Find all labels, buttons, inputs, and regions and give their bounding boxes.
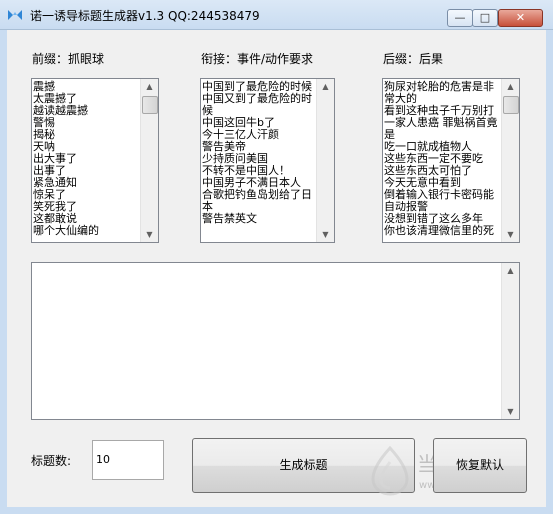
- minimize-button[interactable]: —: [447, 9, 473, 27]
- scroll-down-arrow-icon[interactable]: ▼: [503, 404, 518, 419]
- maximize-button[interactable]: □: [472, 9, 498, 27]
- window-frame-bottom: [0, 507, 553, 514]
- scroll-up-arrow-icon[interactable]: ▲: [503, 263, 518, 278]
- output-scrollbar[interactable]: ▲ ▼: [501, 263, 519, 419]
- prefix-scrollbar[interactable]: ▲ ▼: [140, 79, 158, 242]
- client-area: 前缀：抓眼球 震撼 太震撼了 越读越震撼 警惕 揭秘 天呐 出大事了 出事了 紧…: [7, 30, 546, 507]
- list-item[interactable]: 合歌把钓鱼岛划给了日本: [202, 189, 316, 213]
- title-count-label: 标题数:: [31, 454, 72, 468]
- generate-titles-button[interactable]: 生成标题: [192, 438, 415, 493]
- scroll-up-arrow-icon[interactable]: ▲: [503, 79, 518, 94]
- scroll-down-arrow-icon[interactable]: ▼: [503, 227, 518, 242]
- suffix-list-items: 狗尿对轮胎的危害是非常大的 看到这种虫子千万别打一家人患癌 罪魁祸首竟是 吃一口…: [384, 81, 501, 237]
- list-item[interactable]: 中国又到了最危险的时候: [202, 93, 316, 117]
- scroll-up-arrow-icon[interactable]: ▲: [318, 79, 333, 94]
- close-button[interactable]: ✕: [498, 9, 543, 27]
- window-title: 诺一诱导标题生成器v1.3 QQ:244538479: [30, 9, 260, 23]
- list-item[interactable]: 倒着输入银行卡密码能自动报警: [384, 189, 501, 213]
- connector-list-items: 中国到了最危险的时候 中国又到了最危险的时候 中国这回牛b了 今十三亿人汗颜 警…: [202, 81, 316, 225]
- suffix-label: 后缀：后果: [383, 52, 444, 66]
- list-item[interactable]: 哪个大仙编的: [33, 225, 140, 237]
- app-logo-icon: [7, 8, 23, 22]
- title-count-input[interactable]: 10: [92, 440, 164, 480]
- scroll-thumb[interactable]: [142, 96, 158, 114]
- list-item[interactable]: 你也该清理微信里的死: [384, 225, 501, 237]
- scroll-thumb[interactable]: [503, 96, 519, 114]
- scroll-down-arrow-icon[interactable]: ▼: [318, 227, 333, 242]
- list-item[interactable]: 警告禁英文: [202, 213, 316, 225]
- prefix-listbox[interactable]: 震撼 太震撼了 越读越震撼 警惕 揭秘 天呐 出大事了 出事了 紧急通知 惊呆了…: [31, 78, 159, 243]
- window-frame-left: [0, 30, 7, 514]
- connector-label: 衔接：事件/动作要求: [201, 52, 314, 66]
- prefix-label: 前缀：抓眼球: [32, 52, 105, 66]
- output-textarea[interactable]: ▲ ▼: [31, 262, 520, 420]
- connector-scrollbar[interactable]: ▲ ▼: [316, 79, 334, 242]
- suffix-listbox[interactable]: 狗尿对轮胎的危害是非常大的 看到这种虫子千万别打一家人患癌 罪魁祸首竟是 吃一口…: [382, 78, 520, 243]
- restore-defaults-button[interactable]: 恢复默认: [433, 438, 527, 493]
- suffix-scrollbar[interactable]: ▲ ▼: [501, 79, 519, 242]
- connector-listbox[interactable]: 中国到了最危险的时候 中国又到了最危险的时候 中国这回牛b了 今十三亿人汗颜 警…: [200, 78, 335, 243]
- list-item[interactable]: 看到这种虫子千万别打一家人患癌 罪魁祸首竟是: [384, 105, 501, 141]
- prefix-list-items: 震撼 太震撼了 越读越震撼 警惕 揭秘 天呐 出大事了 出事了 紧急通知 惊呆了…: [33, 81, 140, 237]
- scroll-down-arrow-icon[interactable]: ▼: [142, 227, 157, 242]
- scroll-up-arrow-icon[interactable]: ▲: [142, 79, 157, 94]
- window-frame-right: [546, 30, 553, 514]
- list-item[interactable]: 狗尿对轮胎的危害是非常大的: [384, 81, 501, 105]
- title-bar: 诺一诱导标题生成器v1.3 QQ:244538479 — □ ✕: [0, 0, 553, 30]
